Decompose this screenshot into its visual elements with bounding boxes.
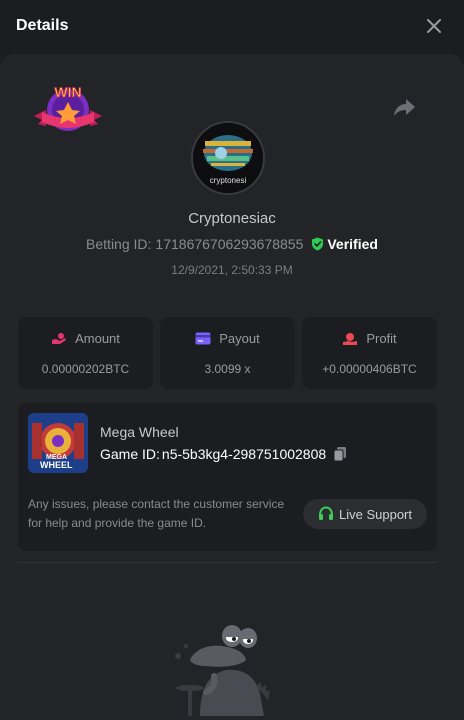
card-icon [195,332,211,345]
share-button[interactable] [392,94,418,120]
coin-hand-icon [52,332,67,344]
game-name: Mega Wheel [100,424,179,440]
divider [18,562,437,563]
crocodile-mascot-icon [175,625,270,716]
close-icon [427,19,441,33]
verified-label: Verified [327,236,378,252]
game-id-value: n5-5b3kg4-298751002808 [161,446,327,462]
live-support-button[interactable]: Live Support [303,499,427,529]
win-badge-text: WIN [54,84,81,100]
payout-card: Payout 3.0099 x [160,317,295,389]
amount-value: 0.00000202BTC [41,362,130,376]
live-support-label: Live Support [339,506,412,522]
shield-check-icon [312,237,324,251]
betting-id-value: 1718676706293678855 [155,236,304,252]
money-bag-icon [343,332,358,345]
mega-wheel-image: MEGA WHEEL [28,413,88,473]
game-id-row: Game ID: n5-5b3kg4-298751002808 [100,446,348,462]
amount-card: Amount 0.00000202BTC [18,317,153,389]
avatar: cryptonesi [191,121,265,195]
avatar-image: cryptonesi [193,123,263,193]
amount-label: Amount [75,331,120,346]
thumb-text-wheel: WHEEL [40,460,73,470]
game-id-label: Game ID: [100,446,160,462]
betting-id-label: Betting ID: [86,236,152,252]
profit-card: Profit +0.00000406BTC [302,317,437,389]
bet-timestamp: 12/9/2021, 2:50:33 PM [171,263,293,277]
copy-icon[interactable] [332,446,348,462]
game-thumbnail[interactable]: MEGA WHEEL [28,413,88,473]
support-message: Any issues, please contact the customer … [28,497,285,530]
close-button[interactable] [422,14,446,38]
details-title: Details [16,17,69,34]
username: Cryptonesiac [188,210,276,227]
payout-value: 3.0099 x [204,362,251,376]
profit-value: +0.00000406BTC [322,362,417,376]
details-panel: WIN cryptonesi Cryptonesiac Betting ID: … [0,54,464,720]
verified-badge: Verified [311,236,378,252]
details-header: Details [0,0,464,52]
avatar-text: cryptonesi [210,176,247,185]
betting-id-row: Betting ID: 1718676706293678855 Verified [0,236,464,252]
headset-icon [319,506,333,520]
profit-label: Profit [366,331,397,346]
payout-label: Payout [219,331,260,346]
share-icon [394,99,415,116]
game-card: MEGA WHEEL Mega Wheel Game ID: n5-5b3kg4… [18,403,437,551]
win-badge-icon: WIN [34,84,102,131]
